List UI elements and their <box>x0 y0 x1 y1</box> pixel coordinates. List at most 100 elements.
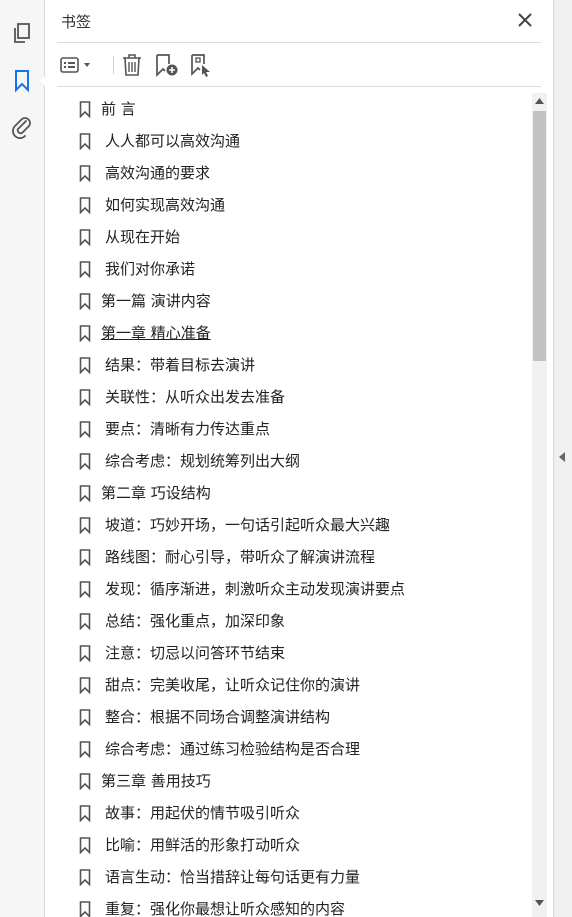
attachment-icon[interactable] <box>8 113 36 141</box>
panel-splitter[interactable] <box>553 0 572 917</box>
bookmark-icon <box>79 421 91 438</box>
bookmark-icon[interactable] <box>8 67 46 95</box>
new-bookmark-icon[interactable] <box>153 50 181 80</box>
bookmark-icon <box>79 485 91 502</box>
bookmark-icon <box>79 709 91 726</box>
bookmark-icon <box>79 165 91 182</box>
panel-title: 书签 <box>61 13 92 31</box>
bookmark-icon <box>79 101 91 118</box>
bookmark-label: 整合：根据不同场合调整演讲结构 <box>105 708 331 726</box>
bookmark-icon <box>79 645 91 662</box>
bookmark-label: 结果：带着目标去演讲 <box>105 356 256 374</box>
bookmark-item[interactable]: 综合考虑：规划统筹列出大纲 <box>57 445 531 477</box>
bookmark-item[interactable]: 发现：循序渐进，刺激听众主动发现演讲要点 <box>57 573 531 605</box>
bookmark-item[interactable]: 甜点：完美收尾，让听众记住你的演讲 <box>57 669 531 701</box>
bookmark-icon <box>79 133 91 150</box>
bookmark-icon <box>79 677 91 694</box>
bookmark-label: 综合考虑：规划统筹列出大纲 <box>105 452 301 470</box>
bookmark-item[interactable]: 第一章 精心准备 <box>57 317 531 349</box>
bookmark-item[interactable]: 第一篇 演讲内容 <box>57 285 531 317</box>
bookmark-icon <box>79 613 91 630</box>
bookmark-item[interactable]: 整合：根据不同场合调整演讲结构 <box>57 701 531 733</box>
bookmark-label: 人人都可以高效沟通 <box>105 132 241 150</box>
bookmark-icon <box>79 901 91 917</box>
bookmarks-panel: 书签 前 言 人人都可以高效沟通 高效沟通的要求 如何实现高效沟通 从现在开始 … <box>45 0 553 917</box>
options-icon[interactable] <box>59 50 97 80</box>
bookmark-label: 总结：强化重点，加深印象 <box>105 612 286 630</box>
pages-icon[interactable] <box>8 20 36 48</box>
bookmark-item[interactable]: 注意：切忌以问答环节结束 <box>57 637 531 669</box>
bookmark-item[interactable]: 语言生动：恰当措辞让每句话更有力量 <box>57 861 531 893</box>
bookmark-label: 第一章 精心准备 <box>101 324 211 342</box>
bookmark-label: 语言生动：恰当措辞让每句话更有力量 <box>105 868 361 886</box>
bookmark-icon <box>79 773 91 790</box>
bookmark-item[interactable]: 比喻：用鲜活的形象打动听众 <box>57 829 531 861</box>
bookmarks-toolbar <box>57 50 541 80</box>
bookmark-item[interactable]: 从现在开始 <box>57 221 531 253</box>
bookmark-label: 关联性：从听众出发去准备 <box>105 388 286 406</box>
bookmark-label: 坡道：巧妙开场，一句话引起听众最大兴趣 <box>105 516 391 534</box>
bookmark-label: 第二章 巧设结构 <box>101 484 211 502</box>
bookmark-label: 要点：清晰有力传达重点 <box>105 420 271 438</box>
bookmark-item[interactable]: 第三章 善用技巧 <box>57 765 531 797</box>
bookmark-icon <box>79 261 91 278</box>
bookmark-label: 重复：强化你最想让听众感知的内容 <box>105 900 346 917</box>
bookmark-label: 我们对你承诺 <box>105 260 196 278</box>
bookmark-icon <box>79 357 91 374</box>
bookmark-label: 甜点：完美收尾，让听众记住你的演讲 <box>105 676 361 694</box>
bookmark-item[interactable]: 路线图：耐心引导，带听众了解演讲流程 <box>57 541 531 573</box>
bookmark-item[interactable]: 第二章 巧设结构 <box>57 477 531 509</box>
bookmark-item[interactable]: 坡道：巧妙开场，一句话引起听众最大兴趣 <box>57 509 531 541</box>
bookmark-item[interactable]: 高效沟通的要求 <box>57 157 531 189</box>
delete-icon[interactable] <box>119 50 145 80</box>
bookmark-label: 第三章 善用技巧 <box>101 772 211 790</box>
scrollbar-thumb[interactable] <box>533 111 546 361</box>
bookmark-label: 路线图：耐心引导，带听众了解演讲流程 <box>105 548 376 566</box>
bookmark-label: 注意：切忌以问答环节结束 <box>105 644 286 662</box>
bookmark-icon <box>79 549 91 566</box>
bookmark-item[interactable]: 总结：强化重点，加深印象 <box>57 605 531 637</box>
bookmark-item[interactable]: 综合考虑：通过练习检验结构是否合理 <box>57 733 531 765</box>
bookmark-item[interactable]: 我们对你承诺 <box>57 253 531 285</box>
bookmark-icon <box>79 389 91 406</box>
bookmark-icon <box>79 741 91 758</box>
divider <box>57 42 541 43</box>
bookmark-label: 高效沟通的要求 <box>105 164 211 182</box>
scroll-down-icon[interactable] <box>532 895 547 911</box>
bookmark-label: 从现在开始 <box>105 228 181 246</box>
bookmark-icon <box>79 453 91 470</box>
scroll-up-icon[interactable] <box>532 93 547 109</box>
bookmark-item[interactable]: 关联性：从听众出发去准备 <box>57 381 531 413</box>
bookmark-item[interactable]: 前 言 <box>57 93 531 125</box>
bookmark-icon <box>79 197 91 214</box>
collapse-icon[interactable] <box>559 452 565 462</box>
navigation-rail <box>0 0 46 917</box>
bookmark-icon <box>79 837 91 854</box>
bookmark-label: 比喻：用鲜活的形象打动听众 <box>105 836 301 854</box>
bookmark-item[interactable]: 结果：带着目标去演讲 <box>57 349 531 381</box>
bookmark-icon <box>79 325 91 342</box>
bookmark-icon <box>79 805 91 822</box>
bookmark-icon <box>79 229 91 246</box>
bookmark-list: 前 言人人都可以高效沟通 高效沟通的要求 如何实现高效沟通 从现在开始我们对你承诺第一… <box>57 93 531 917</box>
divider <box>57 86 541 87</box>
bookmark-icon <box>79 869 91 886</box>
bookmark-label: 前 言 <box>101 100 136 118</box>
close-icon[interactable] <box>515 10 535 30</box>
bookmark-label: 发现：循序渐进，刺激听众主动发现演讲要点 <box>105 580 406 598</box>
bookmark-label: 故事：用起伏的情节吸引听众 <box>105 804 301 822</box>
bookmark-item[interactable]: 重复：强化你最想让听众感知的内容 <box>57 893 531 917</box>
bookmark-icon <box>79 517 91 534</box>
bookmark-item[interactable]: 人人都可以高效沟通 <box>57 125 531 157</box>
bookmark-label: 如何实现高效沟通 <box>105 196 226 214</box>
bookmark-from-structure-icon[interactable] <box>187 50 215 80</box>
bookmark-icon <box>79 581 91 598</box>
toolbar-separator <box>113 56 114 74</box>
bookmark-label: 综合考虑：通过练习检验结构是否合理 <box>105 740 361 758</box>
bookmark-item[interactable]: 故事：用起伏的情节吸引听众 <box>57 797 531 829</box>
vertical-scrollbar[interactable] <box>532 93 547 917</box>
bookmark-label: 第一篇 演讲内容 <box>101 292 211 310</box>
bookmark-item[interactable]: 如何实现高效沟通 <box>57 189 531 221</box>
bookmark-icon <box>79 293 91 310</box>
bookmark-item[interactable]: 要点：清晰有力传达重点 <box>57 413 531 445</box>
